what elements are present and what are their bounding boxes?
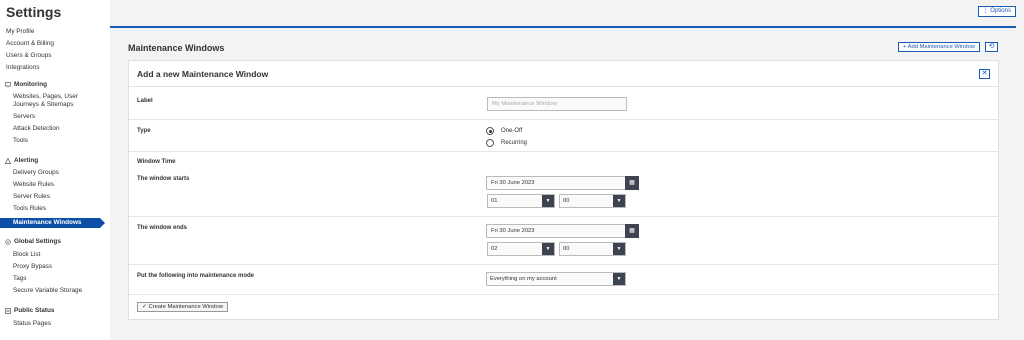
sidebar-item-server-rules[interactable]: Server Rules (13, 193, 50, 201)
sidebar-heading-public-status: Public Status (14, 307, 55, 314)
sidebar-item-block-list[interactable]: Block List (13, 251, 40, 259)
radio-recurring-label: Recurring (501, 140, 528, 146)
radio-one-off-label: One-Off (501, 128, 523, 134)
chevron-down-icon: ▼ (542, 195, 554, 207)
label-input[interactable]: My Maintenance Window (487, 97, 627, 111)
type-field-label: Type (137, 128, 151, 134)
sidebar-item-status-pages[interactable]: Status Pages (13, 320, 51, 328)
warning-icon (4, 157, 12, 164)
undo-button[interactable]: ⟲ (985, 42, 998, 52)
sidebar-item-tools[interactable]: Tools (13, 137, 28, 145)
maintenance-scope-select[interactable]: Everything on my account ▼ (486, 272, 626, 286)
start-minute-select[interactable]: 00 ▼ (559, 194, 626, 208)
close-panel-button[interactable]: ✕ (979, 69, 990, 79)
sidebar-section-monitoring: Monitoring (5, 81, 47, 88)
chevron-down-icon: ▼ (613, 243, 625, 255)
calendar-icon: ▦ (629, 228, 635, 234)
sidebar-heading-global-settings: Global Settings (14, 238, 61, 245)
sidebar-item-integrations[interactable]: Integrations (6, 64, 39, 72)
window-time-heading: Window Time (137, 159, 176, 165)
monitor-icon (5, 81, 11, 88)
add-maintenance-window-button[interactable]: + Add Maintenance Window (898, 42, 981, 52)
create-maintenance-window-button[interactable]: ✓ Create Maintenance Window (137, 302, 228, 312)
sidebar-item-websites[interactable]: Websites, Pages, User Journeys & Sitemap… (13, 93, 101, 109)
sidebar-item-secure-variable-storage[interactable]: Secure Variable Storage (13, 287, 82, 295)
chevron-down-icon: ▼ (613, 195, 625, 207)
sidebar-item-tools-rules[interactable]: Tools Rules (13, 205, 46, 213)
sidebar-section-alerting: Alerting (4, 157, 39, 164)
sidebar-item-proxy-bypass[interactable]: Proxy Bypass (13, 263, 52, 271)
main-content: ⋮ Options Maintenance Windows + Add Main… (110, 0, 1024, 340)
start-date-input[interactable]: Fri 30 June 2023 (486, 176, 626, 190)
start-hour-value: 01 (491, 198, 498, 204)
radio-one-off[interactable]: One-Off (486, 127, 522, 135)
add-window-panel: Add a new Maintenance Window ✕ Label My … (128, 60, 999, 320)
row-divider (129, 264, 998, 265)
window-ends-label: The window ends (137, 225, 188, 231)
end-minute-value: 00 (563, 246, 570, 252)
row-divider (129, 216, 998, 217)
page-title: Maintenance Windows (128, 43, 225, 53)
sidebar-heading-alerting: Alerting (14, 157, 39, 164)
radio-button[interactable] (486, 139, 494, 147)
end-date-input[interactable]: Fri 30 June 2023 (486, 224, 626, 238)
maintenance-scope-value: Everything on my account (490, 276, 557, 282)
sidebar-heading-monitoring: Monitoring (14, 81, 48, 88)
end-calendar-button[interactable]: ▦ (625, 224, 639, 238)
sidebar-item-servers[interactable]: Servers (13, 113, 35, 121)
gear-icon (5, 238, 11, 245)
sidebar-section-global-settings: Global Settings (5, 238, 61, 245)
row-divider (129, 151, 998, 152)
label-field-label: Label (137, 98, 153, 104)
end-hour-select[interactable]: 02 ▼ (487, 242, 555, 256)
app-title: Settings (6, 4, 62, 20)
end-hour-value: 02 (491, 246, 498, 252)
options-button[interactable]: ⋮ Options (977, 6, 1016, 17)
sidebar-item-delivery-groups[interactable]: Delivery Groups (13, 169, 59, 177)
sidebar-item-my-profile[interactable]: My Profile (6, 28, 34, 36)
panel-title: Add a new Maintenance Window (137, 69, 269, 79)
sidebar-section-public-status: Public Status (5, 307, 54, 314)
header-accent-bar (110, 26, 1016, 28)
sidebar-item-account-billing[interactable]: Account & Billing (6, 40, 54, 48)
sidebar-item-tags[interactable]: Tags (13, 275, 27, 283)
radio-recurring[interactable]: Recurring (486, 139, 527, 147)
calendar-icon: ▦ (629, 180, 635, 186)
row-divider (129, 294, 998, 295)
chevron-down-icon: ▼ (542, 243, 554, 255)
start-minute-value: 00 (563, 198, 570, 204)
sidebar: Settings My Profile Account & Billing Us… (0, 0, 110, 340)
sidebar-item-attack-detection[interactable]: Attack Detection (13, 125, 60, 133)
chevron-down-icon: ▼ (613, 273, 625, 285)
window-starts-label: The window starts (137, 176, 190, 182)
sidebar-item-maintenance-windows[interactable]: Maintenance Windows (0, 218, 105, 228)
radio-button-selected[interactable] (486, 127, 494, 135)
status-page-icon (5, 307, 11, 314)
sidebar-item-website-rules[interactable]: Website Rules (13, 181, 54, 189)
maintenance-scope-label: Put the following into maintenance mode (137, 273, 255, 279)
end-minute-select[interactable]: 00 ▼ (559, 242, 626, 256)
start-hour-select[interactable]: 01 ▼ (487, 194, 555, 208)
close-icon: ✕ (981, 70, 988, 77)
start-calendar-button[interactable]: ▦ (625, 176, 639, 190)
undo-icon: ⟲ (988, 43, 995, 50)
sidebar-item-users-groups[interactable]: Users & Groups (6, 52, 51, 60)
panel-header: Add a new Maintenance Window ✕ (129, 61, 998, 87)
row-divider (129, 119, 998, 120)
